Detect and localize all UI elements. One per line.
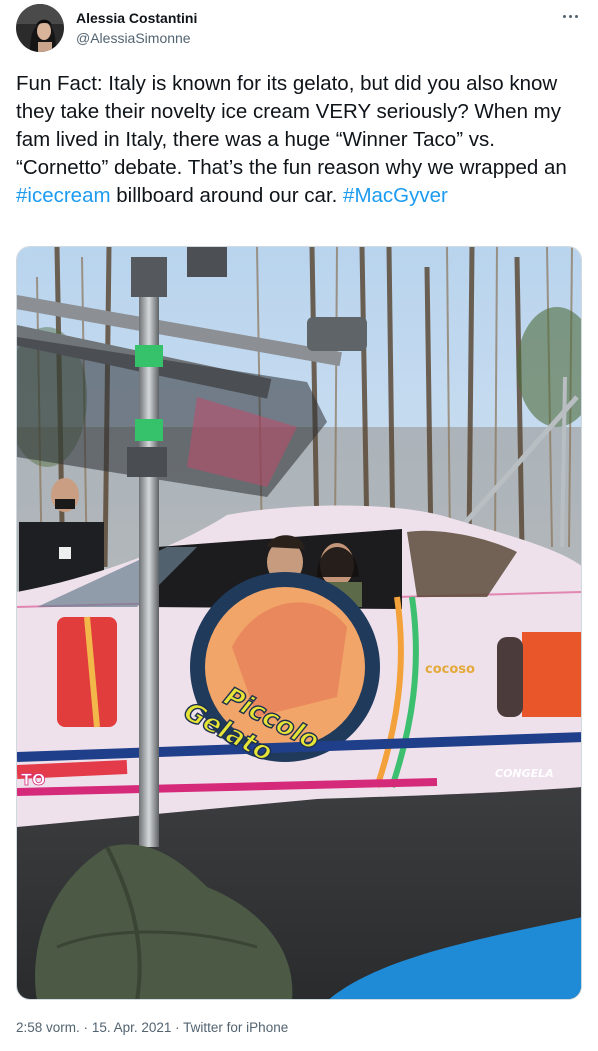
tweet-date[interactable]: 15. Apr. 2021: [92, 1020, 172, 1035]
tweet-meta: 2:58 vorm. · 15. Apr. 2021 · Twitter for…: [16, 1019, 288, 1037]
tweet-text-part: Fun Fact: Italy is known for its gelato,…: [16, 72, 567, 179]
more-horizontal-icon[interactable]: [558, 4, 582, 28]
avatar[interactable]: [16, 4, 64, 52]
hashtag-icecream[interactable]: #icecream: [16, 184, 111, 207]
author-handle[interactable]: @AlessiaSimonne: [76, 29, 197, 47]
tweet-header: Alessia Costantini @AlessiaSimonne: [16, 4, 582, 52]
photo-scene: Piccolo Gelato cocoso TO CONGELA: [17, 247, 581, 999]
meta-separator: ·: [175, 1020, 180, 1035]
author-names: Alessia Costantini @AlessiaSimonne: [76, 9, 197, 47]
author-display-name[interactable]: Alessia Costantini: [76, 9, 197, 27]
meta-separator: ·: [83, 1020, 89, 1035]
tweet-text-part: billboard around our car.: [110, 184, 344, 207]
photo-wrap-text: CONGELA: [495, 767, 554, 780]
tweet-source[interactable]: Twitter for iPhone: [183, 1020, 288, 1035]
tweet: Alessia Costantini @AlessiaSimonne Fun F…: [0, 0, 598, 1051]
photo-wrap-text: cocoso: [425, 662, 475, 677]
tweet-text: Fun Fact: Italy is known for its gelato,…: [16, 70, 582, 210]
tweet-timestamp[interactable]: 2:58 vorm.: [16, 1020, 80, 1035]
tweet-photo[interactable]: Piccolo Gelato cocoso TO CONGELA: [16, 246, 582, 1000]
hashtag-macgyver[interactable]: #MacGyver: [343, 184, 448, 207]
photo-wrap-text: TO: [21, 770, 46, 789]
